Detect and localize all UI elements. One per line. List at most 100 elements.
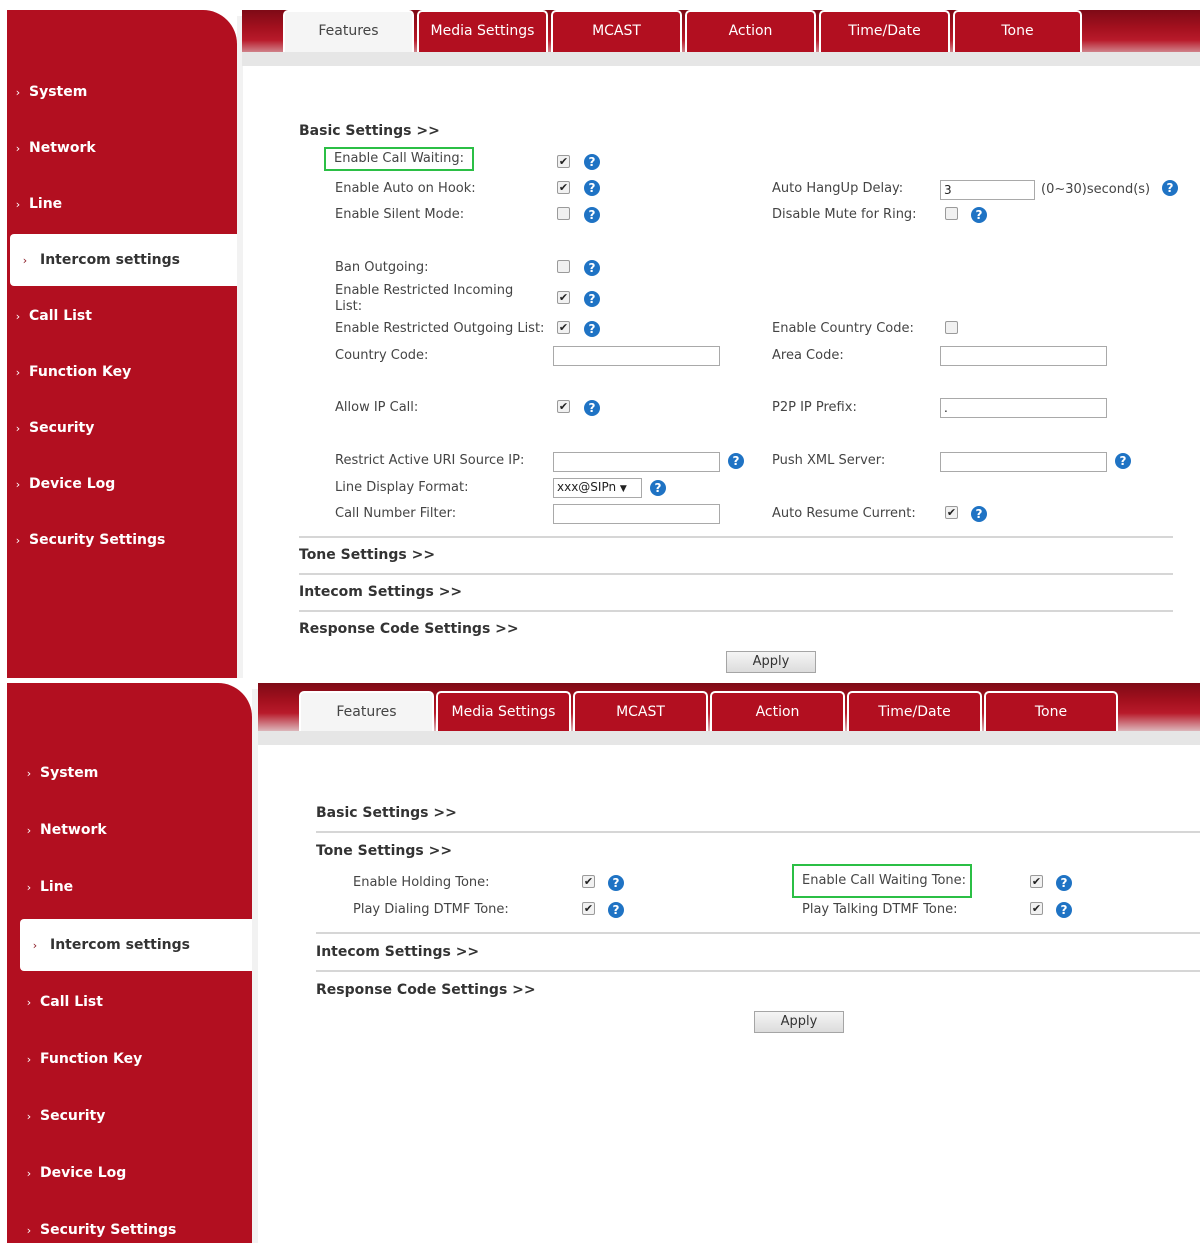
sidebar-item-intercom-settings[interactable]: › Intercom settings — [20, 919, 252, 971]
push-xml-server-input[interactable] — [940, 452, 1107, 472]
tab-action[interactable]: Action — [685, 10, 816, 52]
ban-outgoing-checkbox[interactable] — [557, 260, 570, 273]
p2p-ip-prefix-input[interactable] — [940, 398, 1107, 418]
sidebar-item-system[interactable]: › System — [7, 77, 88, 107]
divider — [316, 970, 1200, 972]
auto-resume-current-label: Auto Resume Current: — [772, 506, 916, 521]
tab-mcast[interactable]: MCAST — [551, 10, 682, 52]
tab-divider — [242, 52, 1200, 66]
enable-restricted-incoming-label: Enable Restricted Incoming List: — [335, 283, 514, 314]
help-icon[interactable]: ? — [584, 321, 600, 337]
sidebar-item-device-log[interactable]: › Device Log — [7, 469, 115, 499]
help-icon[interactable]: ? — [1115, 453, 1131, 469]
line-display-format-select[interactable]: xxx@SIPn ▼ — [553, 478, 642, 498]
help-icon[interactable]: ? — [1056, 875, 1072, 891]
tab-features[interactable]: Features — [283, 10, 414, 52]
help-icon[interactable]: ? — [650, 480, 666, 496]
divider — [299, 573, 1173, 575]
sidebar-item-line[interactable]: › Line — [7, 189, 62, 219]
enable-call-waiting-tone-checkbox[interactable]: ✔ — [1030, 875, 1043, 888]
section-basic-settings[interactable]: Basic Settings >> — [299, 123, 440, 139]
help-icon[interactable]: ? — [584, 291, 600, 307]
enable-call-waiting-tone-label: Enable Call Waiting Tone: — [792, 864, 973, 898]
play-talking-dtmf-checkbox[interactable]: ✔ — [1030, 902, 1043, 915]
sidebar-item-function-key[interactable]: › Function Key — [18, 1044, 142, 1074]
panel-basic-settings: › System › Network › Line › Intercom setting… — [0, 10, 1200, 678]
sidebar-item-security-settings[interactable]: › Security Settings — [18, 1215, 177, 1243]
help-icon[interactable]: ? — [584, 400, 600, 416]
divider — [299, 610, 1173, 612]
help-icon[interactable]: ? — [608, 875, 624, 891]
panel-tone-settings: › System › Network › Line › Intercom setting… — [0, 683, 1200, 1243]
disable-mute-for-ring-label: Disable Mute for Ring: — [772, 207, 917, 222]
help-icon[interactable]: ? — [608, 902, 624, 918]
enable-restricted-incoming-checkbox[interactable]: ✔ — [557, 291, 570, 304]
help-icon[interactable]: ? — [584, 207, 600, 223]
enable-call-waiting-checkbox[interactable]: ✔ — [557, 155, 570, 168]
enable-auto-on-hook-checkbox[interactable]: ✔ — [557, 181, 570, 194]
play-dialing-dtmf-checkbox[interactable]: ✔ — [582, 902, 595, 915]
area-code-input[interactable] — [940, 346, 1107, 366]
enable-holding-tone-checkbox[interactable]: ✔ — [582, 875, 595, 888]
restrict-active-uri-input[interactable] — [553, 452, 720, 472]
divider — [316, 831, 1200, 833]
section-tone-settings[interactable]: Tone Settings >> — [316, 843, 452, 859]
sidebar-item-line[interactable]: › Line — [18, 872, 73, 902]
apply-button[interactable]: Apply — [754, 1011, 844, 1033]
auto-hangup-delay-input[interactable] — [940, 180, 1035, 200]
help-icon[interactable]: ? — [584, 154, 600, 170]
disable-mute-for-ring-checkbox[interactable] — [945, 207, 958, 220]
tab-media-settings[interactable]: Media Settings — [436, 691, 571, 733]
enable-restricted-outgoing-checkbox[interactable]: ✔ — [557, 321, 570, 334]
sidebar-item-network[interactable]: › Network — [7, 133, 96, 163]
tab-features[interactable]: Features — [299, 691, 434, 733]
divider — [299, 536, 1173, 538]
sidebar-item-security[interactable]: › Security — [7, 413, 95, 443]
sidebar-item-function-key[interactable]: › Function Key — [7, 357, 131, 387]
sidebar-item-intercom-settings[interactable]: › Intercom settings — [10, 234, 237, 286]
auto-resume-current-checkbox[interactable]: ✔ — [945, 506, 958, 519]
tab-media-settings[interactable]: Media Settings — [417, 10, 548, 52]
sidebar-item-system[interactable]: › System — [18, 758, 99, 788]
tab-action[interactable]: Action — [710, 691, 845, 733]
sidebar-item-call-list[interactable]: › Call List — [18, 987, 103, 1017]
tab-time-date[interactable]: Time/Date — [819, 10, 950, 52]
country-code-label: Country Code: — [335, 348, 429, 363]
divider — [316, 932, 1200, 934]
tab-mcast[interactable]: MCAST — [573, 691, 708, 733]
allow-ip-call-checkbox[interactable]: ✔ — [557, 400, 570, 413]
play-talking-dtmf-label: Play Talking DTMF Tone: — [802, 902, 958, 917]
tab-tone[interactable]: Tone — [953, 10, 1082, 52]
help-icon[interactable]: ? — [584, 180, 600, 196]
sidebar-item-network[interactable]: › Network — [18, 815, 107, 845]
enable-silent-mode-label: Enable Silent Mode: — [335, 207, 465, 222]
tab-time-date[interactable]: Time/Date — [847, 691, 982, 733]
help-icon[interactable]: ? — [971, 506, 987, 522]
call-number-filter-label: Call Number Filter: — [335, 506, 457, 521]
sidebar-item-device-log[interactable]: › Device Log — [18, 1158, 126, 1188]
country-code-input[interactable] — [553, 346, 720, 366]
section-basic-settings[interactable]: Basic Settings >> — [316, 805, 457, 821]
p2p-ip-prefix-label: P2P IP Prefix: — [772, 400, 857, 415]
sidebar-item-call-list[interactable]: › Call List — [7, 301, 92, 331]
help-icon[interactable]: ? — [584, 260, 600, 276]
auto-hangup-delay-label: Auto HangUp Delay: — [772, 181, 904, 196]
line-display-format-value: xxx@SIPn — [557, 480, 617, 494]
section-tone-settings[interactable]: Tone Settings >> — [299, 547, 435, 563]
help-icon[interactable]: ? — [1056, 902, 1072, 918]
apply-button[interactable]: Apply — [726, 651, 816, 673]
tab-tone[interactable]: Tone — [984, 691, 1118, 733]
help-icon[interactable]: ? — [1162, 180, 1178, 196]
enable-country-code-checkbox[interactable] — [945, 321, 958, 334]
help-icon[interactable]: ? — [971, 207, 987, 223]
enable-call-waiting-label: Enable Call Waiting: — [324, 147, 474, 171]
enable-silent-mode-checkbox[interactable] — [557, 207, 570, 220]
help-icon[interactable]: ? — [728, 453, 744, 469]
call-number-filter-input[interactable] — [553, 504, 720, 524]
section-response-code-settings[interactable]: Response Code Settings >> — [299, 621, 519, 637]
section-response-code-settings[interactable]: Response Code Settings >> — [316, 982, 536, 998]
sidebar-item-security[interactable]: › Security — [18, 1101, 106, 1131]
section-intercom-settings[interactable]: Intecom Settings >> — [299, 584, 462, 600]
section-intercom-settings[interactable]: Intecom Settings >> — [316, 944, 479, 960]
sidebar-item-security-settings[interactable]: › Security Settings — [7, 525, 166, 555]
